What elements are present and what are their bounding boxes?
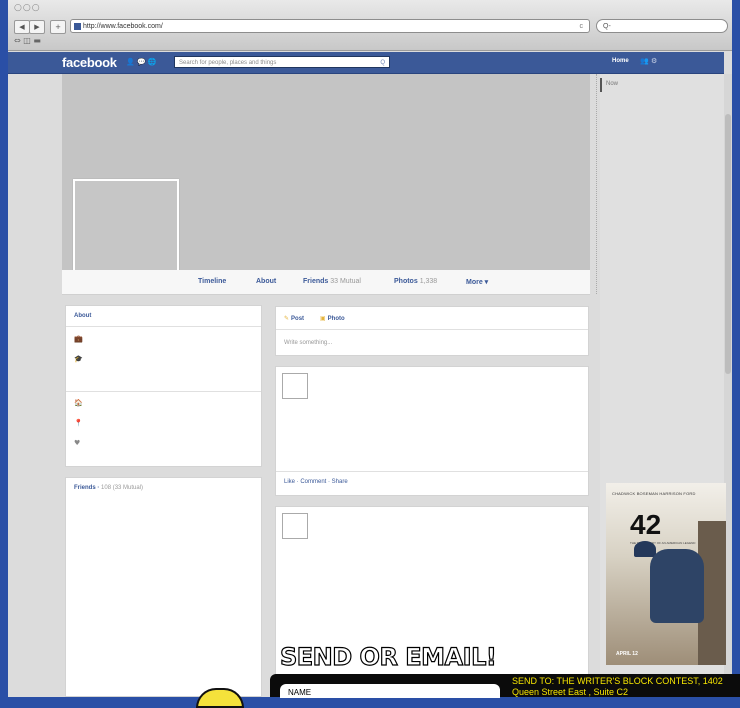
forward-button[interactable]: ▶ [29,20,45,34]
composer: ✎ Post ▣ Photo Write something... [275,306,589,356]
facebook-logo[interactable]: facebook [62,55,117,70]
friends-heading[interactable]: Friends · 108 (33 Mutual) [74,485,143,491]
back-button[interactable]: ◀ [14,20,30,34]
player-cap-graphic [634,541,656,557]
ticker-marker [600,78,602,92]
location-icon: 📍 [74,419,83,427]
window-controls[interactable]: ○○○ [14,3,41,13]
favicon-icon [74,23,81,30]
scrollbar-thumb[interactable] [725,114,731,374]
ad-title: 42 [630,509,662,540]
story-card: Like · Comment · Share [275,366,589,496]
browser-window: ○○○ ◀ ▶ + http://www.facebook.com/ c Q- … [8,0,732,697]
tab-friends[interactable]: Friends 33 Mutual [303,278,361,285]
ticker-now-label[interactable]: Now [606,81,618,87]
add-tab-button[interactable]: + [50,20,66,34]
contest-title: SEND OR EMAIL! [279,642,497,671]
divider [276,471,588,472]
about-card: About 💼 🎓 🏠 📍 ♥ [65,305,262,467]
reload-icon[interactable]: c [580,20,584,34]
profile-tabs: Timeline About Friends 33 Mutual Photos … [62,270,590,295]
relationship-icon: ♥ [74,439,81,447]
ad-cast-names: CHADWICK BOSEMAN HARRISON FORD [612,491,696,496]
tab-about[interactable]: About [256,278,276,285]
work-icon: 💼 [74,335,83,343]
avatar[interactable] [282,513,308,539]
home-icon: 🏠 [74,399,83,407]
facebook-header: facebook 👤 💬 🌐 Search for people, places… [8,52,724,74]
profile-picture[interactable] [73,179,179,283]
sponsored-ad-poster[interactable]: CHADWICK BOSEMAN HARRISON FORD 42 THE TR… [606,483,726,665]
photo-icon: ▣ [320,315,326,322]
search-icon[interactable]: Q [380,57,385,69]
address-bar[interactable]: http://www.facebook.com/ c [70,19,590,33]
divider [276,329,588,330]
url-text: http://www.facebook.com/ [83,23,163,30]
home-link[interactable]: Home [612,58,629,64]
about-heading[interactable]: About [74,313,91,319]
settings-icons[interactable]: 👥 ⚙ [640,57,657,65]
name-field[interactable]: NAME [280,684,500,698]
divider [66,391,261,392]
search-placeholder: Search for people, places and things [179,60,277,66]
browser-toolbar: ○○○ ◀ ▶ + http://www.facebook.com/ c Q- … [8,0,732,51]
tab-more[interactable]: More ▾ [466,278,488,286]
jewel-icons[interactable]: 👤 💬 🌐 [126,58,157,66]
divider [66,326,261,327]
player-figure-graphic [650,549,704,623]
tab-photos[interactable]: Photos 1,338 [394,278,437,285]
browser-search-input[interactable]: Q- [596,19,728,33]
post-icon: ✎ [284,315,290,322]
bookmarks-bar[interactable]: ⇔ ◫ ▬ [14,36,41,45]
name-label: NAME [288,688,312,697]
tab-timeline[interactable]: Timeline [198,278,226,285]
contest-address: SEND TO: THE WRITER'S BLOCK CONTEST, 140… [512,676,723,697]
avatar[interactable] [282,373,308,399]
facebook-search-input[interactable]: Search for people, places and things Q [174,56,390,68]
ad-date: APRIL 12 [616,651,638,657]
photo-button[interactable]: ▣ Photo [320,315,345,322]
education-icon: 🎓 [74,355,83,363]
story-actions[interactable]: Like · Comment · Share [284,479,348,485]
friends-card: Friends · 108 (33 Mutual) [65,477,262,697]
post-button[interactable]: ✎ Post [284,315,304,322]
write-something-input[interactable]: Write something... [284,340,332,346]
